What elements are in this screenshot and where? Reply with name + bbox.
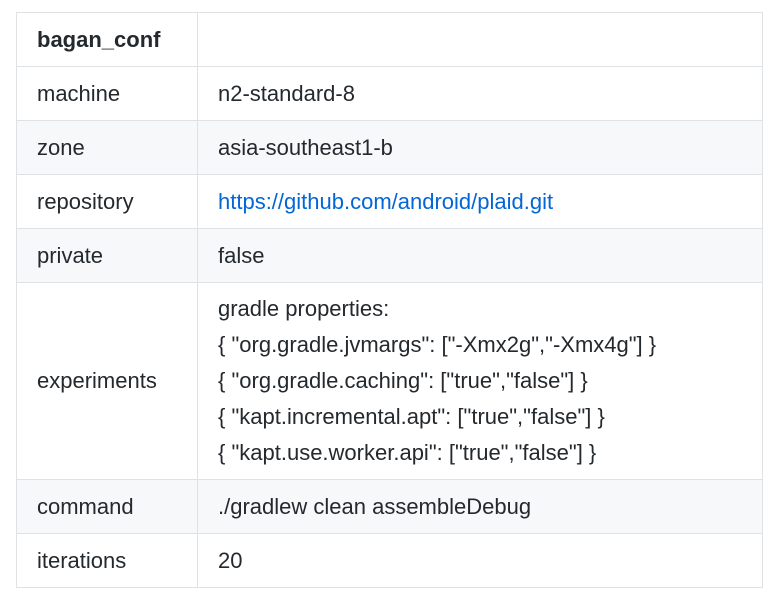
row-value-command: ./gradlew clean assembleDebug bbox=[197, 479, 763, 534]
repository-link[interactable]: https://github.com/android/plaid.git bbox=[218, 189, 553, 214]
row-label-private: private bbox=[16, 228, 198, 283]
row-value-machine: n2-standard-8 bbox=[197, 66, 763, 121]
table-row-machine: machine n2-standard-8 bbox=[16, 66, 763, 121]
bagan-conf-table: bagan_conf machine n2-standard-8 zone as… bbox=[16, 12, 763, 588]
table-row-zone: zone asia-southeast1-b bbox=[16, 120, 763, 175]
row-label-command: command bbox=[16, 479, 198, 534]
row-label-experiments: experiments bbox=[16, 282, 198, 480]
row-value-zone: asia-southeast1-b bbox=[197, 120, 763, 175]
header-key: bagan_conf bbox=[16, 12, 198, 67]
table-row-iterations: iterations 20 bbox=[16, 533, 763, 588]
row-value-experiments: gradle properties: { "org.gradle.jvmargs… bbox=[197, 282, 763, 480]
row-label-zone: zone bbox=[16, 120, 198, 175]
table-row-experiments: experiments gradle properties: { "org.gr… bbox=[16, 282, 763, 480]
table-row-repository: repository https://github.com/android/pl… bbox=[16, 174, 763, 229]
row-label-iterations: iterations bbox=[16, 533, 198, 588]
experiments-line: { "org.gradle.jvmargs": ["-Xmx2g","-Xmx4… bbox=[218, 332, 657, 357]
table-header-row: bagan_conf bbox=[16, 12, 763, 67]
row-value-private: false bbox=[197, 228, 763, 283]
row-label-repository: repository bbox=[16, 174, 198, 229]
experiments-line: gradle properties: bbox=[218, 296, 390, 321]
experiments-line: { "kapt.use.worker.api": ["true","false"… bbox=[218, 440, 597, 465]
header-value bbox=[197, 12, 763, 67]
table-row-command: command ./gradlew clean assembleDebug bbox=[16, 479, 763, 534]
row-value-iterations: 20 bbox=[197, 533, 763, 588]
experiments-line: { "org.gradle.caching": ["true","false"]… bbox=[218, 368, 588, 393]
table-row-private: private false bbox=[16, 228, 763, 283]
row-label-machine: machine bbox=[16, 66, 198, 121]
config-table-container: bagan_conf machine n2-standard-8 zone as… bbox=[16, 12, 763, 588]
experiments-line: { "kapt.incremental.apt": ["true","false… bbox=[218, 404, 605, 429]
row-value-repository: https://github.com/android/plaid.git bbox=[197, 174, 763, 229]
